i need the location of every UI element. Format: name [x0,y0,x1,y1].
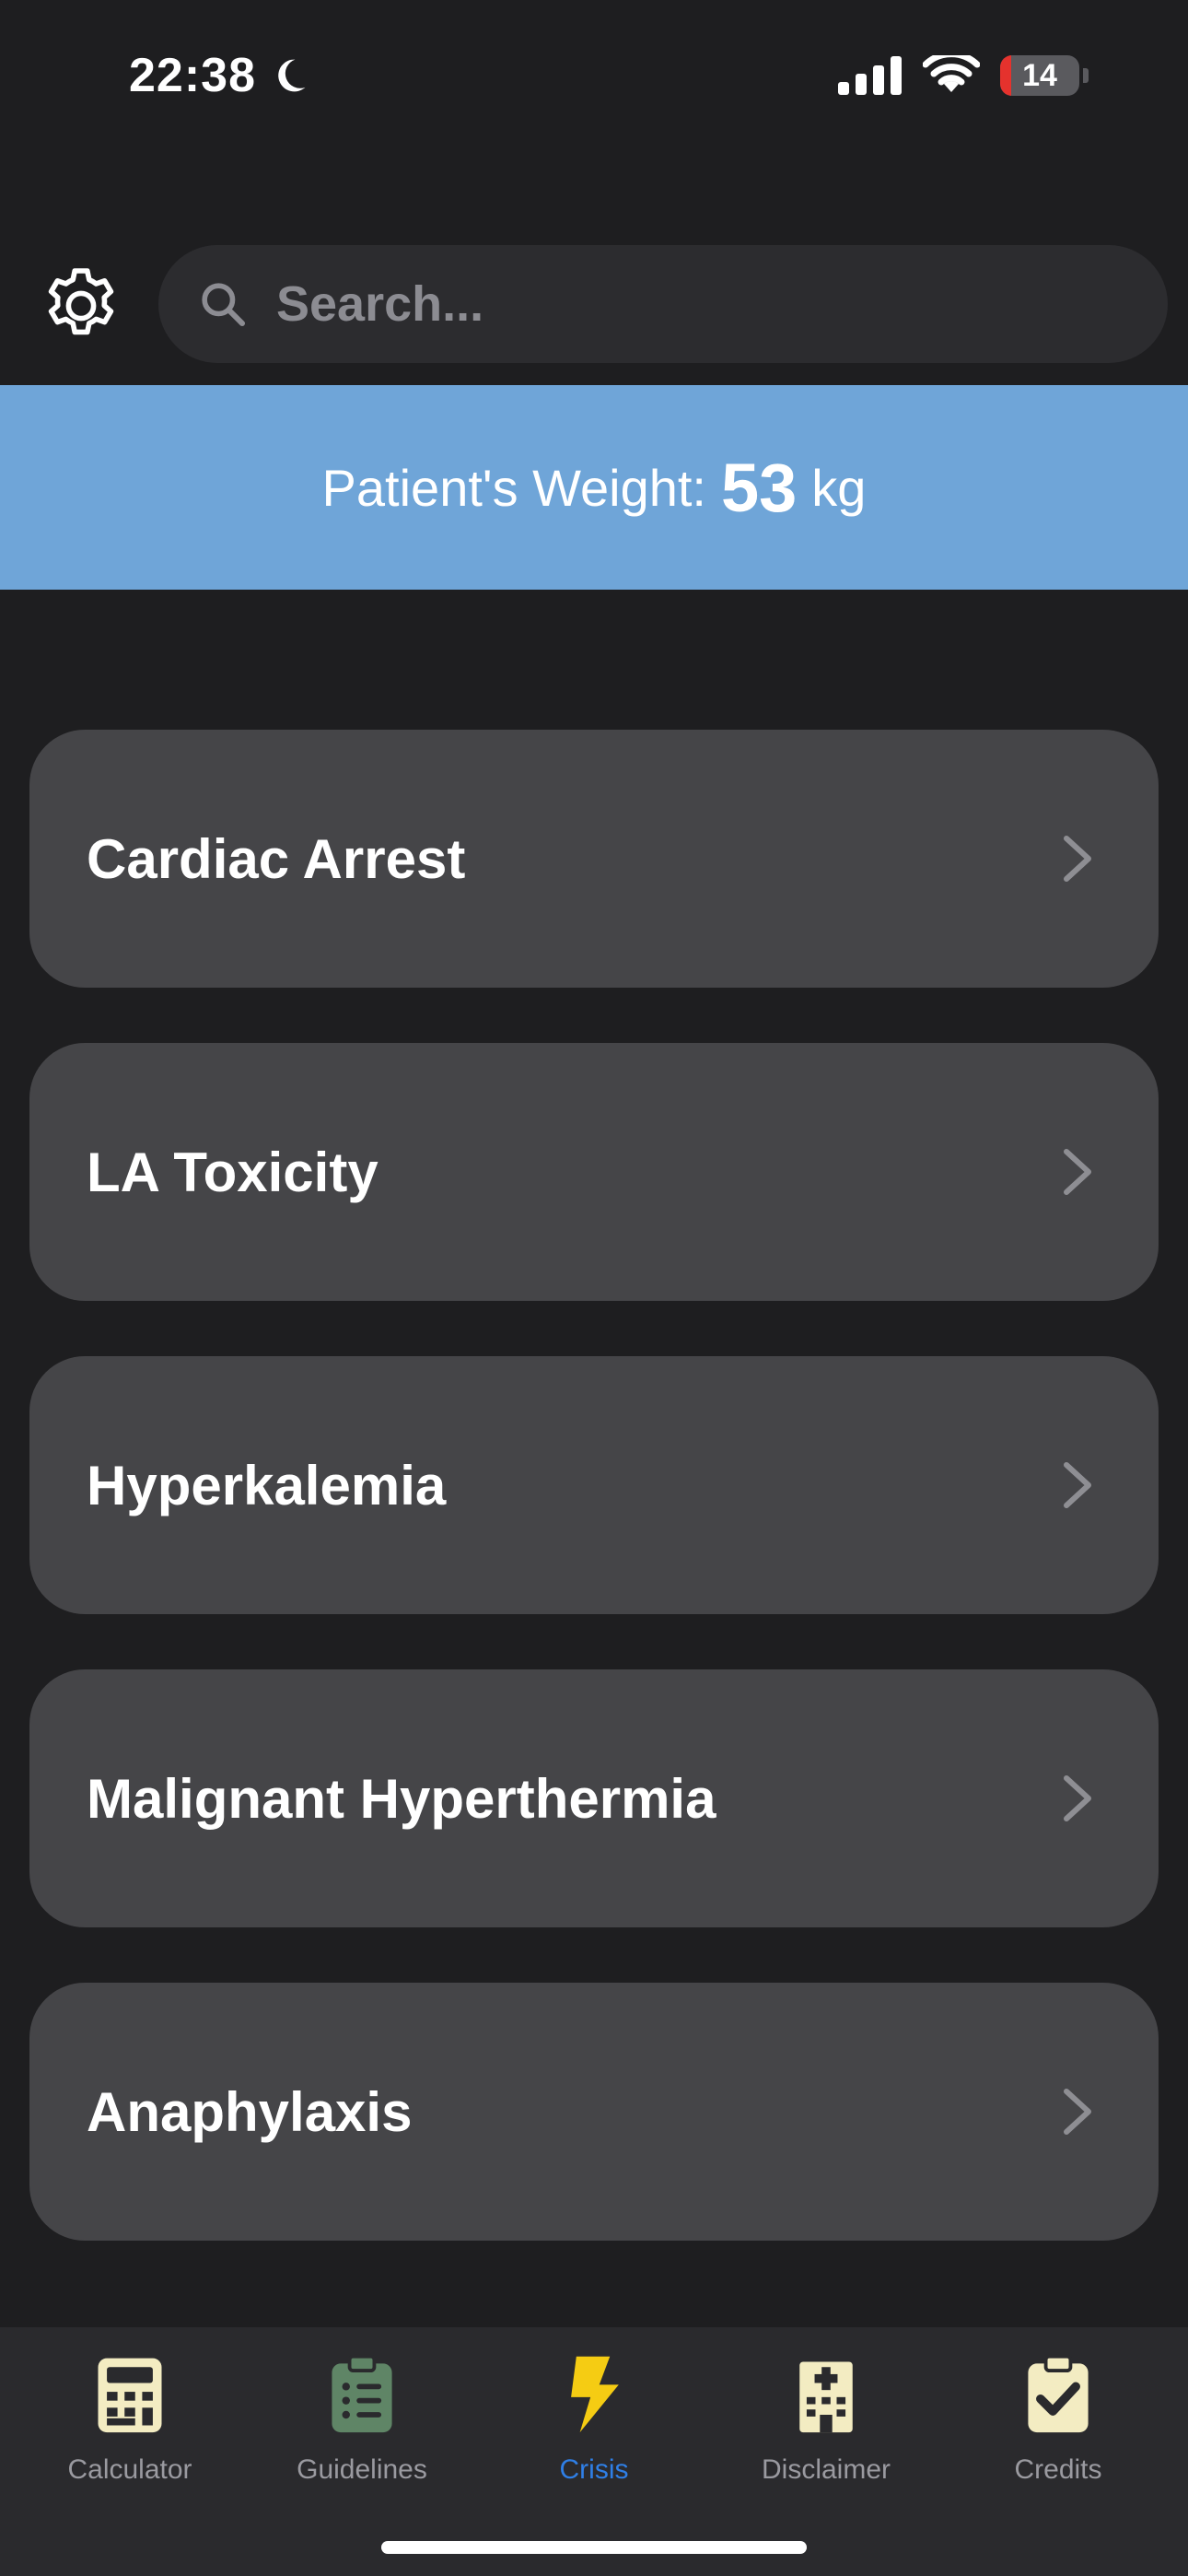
lightning-bolt-icon [571,2356,619,2433]
chevron-right-icon [1064,1462,1091,1508]
search-row [0,245,1188,365]
chevron-right-icon [1064,2089,1091,2135]
crisis-list: Cardiac Arrest LA Toxicity Hyperkalemia … [29,730,1159,2296]
tab-label: Credits [1014,2454,1102,2485]
tab-label: Guidelines [297,2454,427,2485]
battery-level: 14 [1022,57,1057,93]
crisis-item-cardiac-arrest[interactable]: Cardiac Arrest [29,730,1159,988]
weight-banner[interactable]: Patient's Weight: 53 kg [0,385,1188,590]
tab-label: Calculator [67,2454,192,2485]
crisis-item-label: Cardiac Arrest [87,827,466,890]
wifi-icon [923,55,980,92]
hospital-icon [799,2361,853,2433]
tab-label: Disclaimer [761,2454,891,2485]
clipboard-list-icon [332,2354,392,2433]
crisis-item-label: LA Toxicity [87,1141,379,1203]
calculator-icon [98,2358,162,2433]
chevron-right-icon [1064,1149,1091,1195]
chevron-right-icon [1064,1775,1091,1821]
weight-unit: kg [811,458,867,517]
crisis-item-malignant-hyperthermia[interactable]: Malignant Hyperthermia [29,1669,1159,1927]
status-time: 22:38 [129,48,309,103]
clock: 22:38 [129,49,256,102]
weight-label: Patient's Weight: [321,458,706,517]
tab-label: Crisis [559,2454,629,2485]
battery-icon: 14 [1000,55,1079,96]
crisis-item-label: Malignant Hyperthermia [87,1767,716,1830]
tab-bar: Calculator Guidelines Crisis Disclaimer … [0,2327,1188,2576]
crisis-item-label: Anaphylaxis [87,2080,413,2143]
gear-icon[interactable] [37,262,125,350]
status-indicators: 14 [838,55,1089,96]
moon-icon [278,59,306,92]
tab-credits[interactable]: Credits [942,2351,1174,2486]
clipboard-check-icon [1028,2354,1089,2433]
chevron-right-icon [1064,836,1091,882]
tab-calculator[interactable]: Calculator [14,2351,246,2486]
status-bar: 22:38 14 [0,0,1188,166]
home-indicator[interactable] [381,2541,807,2554]
crisis-item-label: Hyperkalemia [87,1454,447,1516]
crisis-item-la-toxicity[interactable]: LA Toxicity [29,1043,1159,1301]
search-input[interactable] [274,275,1168,334]
search-icon [202,283,246,327]
tab-guidelines[interactable]: Guidelines [246,2351,478,2486]
signal-icon [838,56,902,95]
search-box[interactable] [158,245,1168,363]
crisis-item-anaphylaxis[interactable]: Anaphylaxis [29,1983,1159,2241]
tab-disclaimer[interactable]: Disclaimer [710,2351,942,2486]
weight-value: 53 [720,449,798,526]
crisis-item-hyperkalemia[interactable]: Hyperkalemia [29,1356,1159,1614]
tab-crisis[interactable]: Crisis [478,2351,710,2486]
